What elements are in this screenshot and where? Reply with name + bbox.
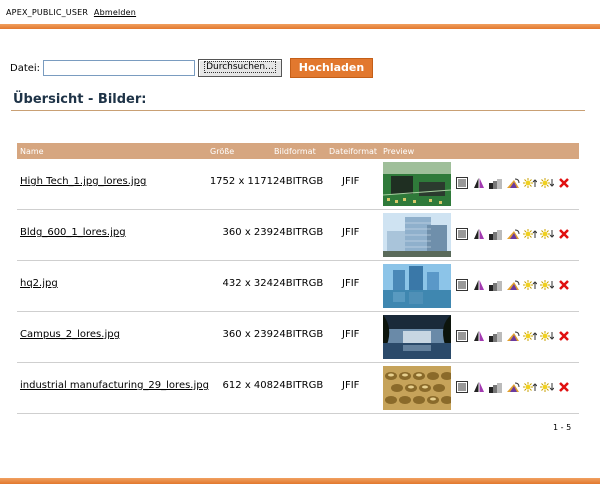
- brightness-down-icon[interactable]: [539, 176, 555, 190]
- image-link[interactable]: Bldg_600_1_lores.jpg: [20, 227, 126, 238]
- image-link[interactable]: Campus_2_lores.jpg: [20, 329, 120, 340]
- image-size: 432 x 324: [222, 278, 273, 289]
- properties-icon[interactable]: [454, 278, 470, 292]
- file-format: JFIF: [342, 176, 360, 187]
- file-format: JFIF: [342, 329, 360, 340]
- col-preview: Preview: [383, 147, 415, 156]
- properties-icon[interactable]: [454, 380, 470, 394]
- file-format: JFIF: [342, 380, 360, 391]
- col-name[interactable]: Name: [20, 147, 44, 156]
- row-actions: [454, 226, 573, 242]
- image-format: 24BITRGB: [273, 227, 324, 238]
- preview-thumbnail[interactable]: [383, 264, 451, 308]
- table-row: Bldg_600_1_lores.jpg 360 x 239 24BITRGB …: [17, 210, 579, 261]
- brightness-up-icon[interactable]: [522, 380, 538, 394]
- flip-icon[interactable]: [471, 380, 487, 394]
- rotate-icon[interactable]: [505, 227, 521, 241]
- brightness-up-icon[interactable]: [522, 329, 538, 343]
- pagination-info: 1 - 5: [553, 423, 572, 432]
- table-header: Name Größe Bildformat Dateiformat Previe…: [17, 143, 579, 159]
- browse-button[interactable]: Durchsuchen...: [198, 59, 282, 77]
- brightness-down-icon[interactable]: [539, 227, 555, 241]
- logout-link[interactable]: Abmelden: [94, 8, 136, 17]
- table-row: Campus_2_lores.jpg 360 x 239 24BITRGB JF…: [17, 312, 579, 363]
- col-size[interactable]: Größe: [210, 147, 234, 156]
- header-divider: [0, 24, 600, 29]
- username: APEX_PUBLIC_USER: [6, 8, 89, 17]
- brightness-up-icon[interactable]: [522, 227, 538, 241]
- delete-icon[interactable]: [556, 380, 572, 394]
- flip-icon[interactable]: [471, 176, 487, 190]
- preview-thumbnail[interactable]: [383, 162, 451, 206]
- rotate-icon[interactable]: [505, 380, 521, 394]
- properties-icon[interactable]: [454, 176, 470, 190]
- upload-form: Datei: Durchsuchen... Hochladen: [10, 58, 374, 78]
- delete-icon[interactable]: [556, 227, 572, 241]
- image-size: 360 x 239: [222, 227, 273, 238]
- file-label: Datei:: [10, 62, 41, 74]
- col-format[interactable]: Bildformat: [274, 147, 316, 156]
- image-link[interactable]: industrial manufacturing_29_lores.jpg: [20, 380, 209, 391]
- row-actions: [454, 379, 573, 395]
- flip-icon[interactable]: [471, 278, 487, 292]
- image-link[interactable]: hq2.jpg: [20, 278, 58, 289]
- grayscale-icon[interactable]: [488, 380, 504, 394]
- image-format: 24BITRGB: [273, 278, 324, 289]
- delete-icon[interactable]: [556, 176, 572, 190]
- page-title: Übersicht - Bilder:: [13, 92, 147, 107]
- grayscale-icon[interactable]: [488, 329, 504, 343]
- rotate-icon[interactable]: [505, 176, 521, 190]
- file-input[interactable]: [43, 60, 196, 76]
- image-size: 360 x 239: [222, 329, 273, 340]
- title-divider: [11, 110, 585, 111]
- properties-icon[interactable]: [454, 329, 470, 343]
- col-filetype[interactable]: Dateiformat: [329, 147, 377, 156]
- grayscale-icon[interactable]: [488, 278, 504, 292]
- image-format: 24BITRGB: [273, 176, 324, 187]
- image-table: Name Größe Bildformat Dateiformat Previe…: [17, 143, 579, 414]
- image-size: 612 x 408: [222, 380, 273, 391]
- preview-thumbnail[interactable]: [383, 315, 451, 359]
- grayscale-icon[interactable]: [488, 227, 504, 241]
- row-actions: [454, 277, 573, 293]
- preview-thumbnail[interactable]: [383, 213, 451, 257]
- brightness-down-icon[interactable]: [539, 278, 555, 292]
- rotate-icon[interactable]: [505, 329, 521, 343]
- table-row: High Tech_1.jpg_lores.jpg 1752 x 1171 24…: [17, 159, 579, 210]
- delete-icon[interactable]: [556, 329, 572, 343]
- browse-label: Durchsuchen...: [204, 61, 276, 73]
- image-format: 24BITRGB: [273, 380, 324, 391]
- rotate-icon[interactable]: [505, 278, 521, 292]
- flip-icon[interactable]: [471, 227, 487, 241]
- preview-thumbnail[interactable]: [383, 366, 451, 410]
- upload-button[interactable]: Hochladen: [289, 58, 374, 78]
- brightness-down-icon[interactable]: [539, 380, 555, 394]
- footer-divider: [0, 478, 600, 484]
- table-row: industrial manufacturing_29_lores.jpg 61…: [17, 363, 579, 414]
- row-actions: [454, 328, 573, 344]
- properties-icon[interactable]: [454, 227, 470, 241]
- brightness-up-icon[interactable]: [522, 176, 538, 190]
- grayscale-icon[interactable]: [488, 176, 504, 190]
- file-format: JFIF: [342, 227, 360, 238]
- delete-icon[interactable]: [556, 278, 572, 292]
- table-row: hq2.jpg 432 x 324 24BITRGB JFIF: [17, 261, 579, 312]
- top-bar: APEX_PUBLIC_USER Abmelden: [0, 0, 600, 24]
- image-format: 24BITRGB: [273, 329, 324, 340]
- flip-icon[interactable]: [471, 329, 487, 343]
- brightness-up-icon[interactable]: [522, 278, 538, 292]
- brightness-down-icon[interactable]: [539, 329, 555, 343]
- user-info: APEX_PUBLIC_USER Abmelden: [6, 8, 136, 17]
- row-actions: [454, 175, 573, 191]
- file-format: JFIF: [342, 278, 360, 289]
- image-size: 1752 x 1171: [209, 176, 273, 187]
- image-link[interactable]: High Tech_1.jpg_lores.jpg: [20, 176, 146, 187]
